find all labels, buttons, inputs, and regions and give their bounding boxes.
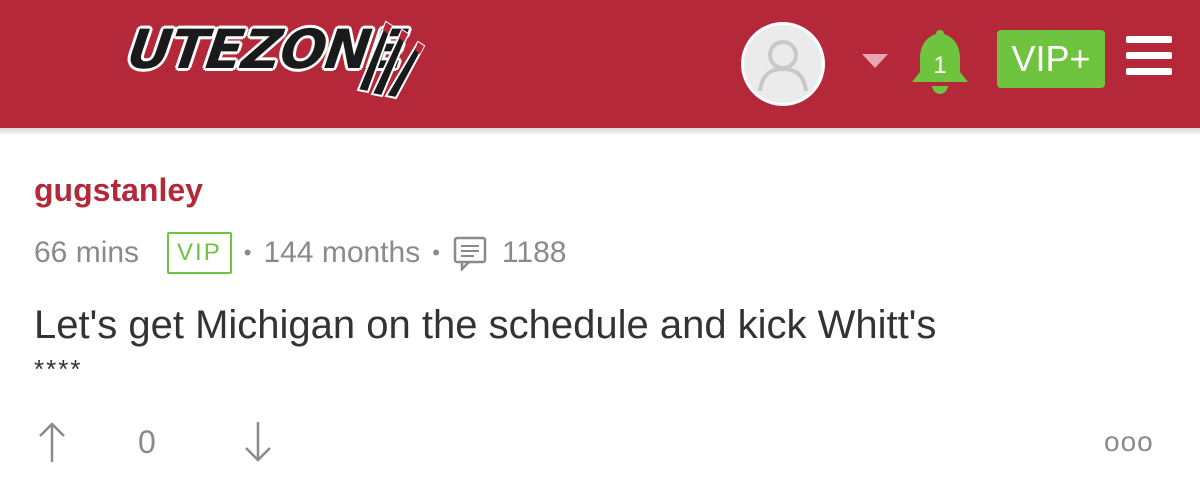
member-tenure: 144 months [263, 236, 421, 269]
post-count: 1188 [501, 236, 567, 269]
header-shadow [0, 128, 1200, 134]
avatar-icon [758, 40, 808, 92]
post-username[interactable]: gugstanley [34, 172, 203, 209]
downvote-arrow-icon[interactable] [242, 420, 274, 464]
more-options-button[interactable]: ooo [1104, 426, 1154, 458]
meta-separator: • [243, 240, 252, 265]
bell-icon[interactable]: 1 [910, 26, 970, 96]
vip-badge: VIP [167, 232, 232, 274]
comment-icon [453, 236, 487, 271]
upvote-arrow-icon[interactable] [36, 420, 68, 464]
top-header: UTEZONE 1 VIP+ [0, 0, 1200, 128]
post-time: 66 mins [34, 236, 140, 269]
meta-separator: • [432, 240, 440, 265]
caret-down-icon[interactable] [862, 54, 888, 70]
user-avatar[interactable] [741, 22, 825, 106]
feathers-icon [356, 20, 426, 100]
notification-count: 1 [933, 52, 946, 79]
vip-plus-button[interactable]: VIP+ [997, 30, 1105, 88]
hamburger-menu-icon[interactable] [1126, 36, 1172, 76]
post-meta: 66 mins VIP • 144 months • 1188 [34, 228, 566, 278]
vote-count: 0 [138, 424, 156, 460]
post-body: Let's get Michigan on the schedule and k… [34, 303, 937, 347]
post-body-censored: **** [34, 354, 83, 384]
utezone-logo[interactable]: UTEZONE [124, 12, 428, 102]
